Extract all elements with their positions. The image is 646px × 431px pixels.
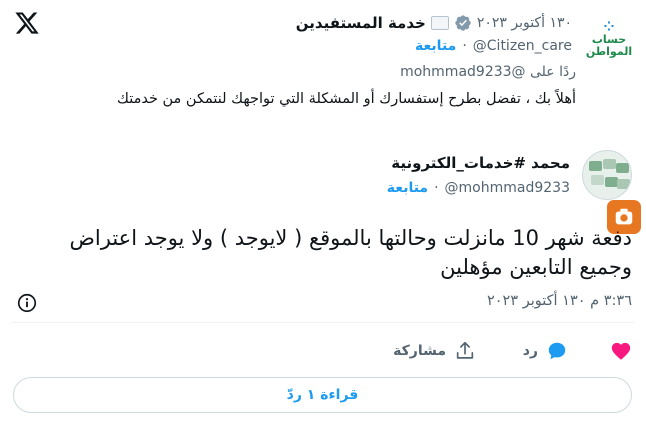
reply-header: ⁘ حساب المواطن خدمة المستفيدين ١٣٠ أكتوب… [0, 6, 646, 60]
speech-bubble-icon [548, 342, 566, 360]
action-bar: رد مشاركة [14, 340, 632, 364]
separator-dot: · [462, 38, 467, 54]
author-follow-button[interactable]: متابعة [387, 180, 428, 196]
replying-to[interactable]: ردًا على @mohmmad9233 [400, 64, 576, 80]
citizen-care-avatar[interactable]: ⁘ حساب المواطن [584, 20, 634, 60]
reply-handle-row: @Citizen_care · متابعة [415, 38, 572, 54]
separator-dot: · [434, 180, 439, 196]
reply-display-name[interactable]: خدمة المستفيدين [296, 14, 426, 32]
reply-button[interactable]: رد [523, 340, 568, 362]
reply-handle[interactable]: @Citizen_care [473, 38, 572, 54]
tweet-timestamp[interactable]: ٣:٣٦ م ١٣٠ أكتوبر ٢٠٢٣ [487, 293, 632, 309]
government-badge-icon [430, 16, 449, 30]
author-avatar[interactable] [582, 150, 632, 200]
reply-follow-button[interactable]: متابعة [415, 38, 456, 54]
author-handle[interactable]: @mohmmad9233 [445, 180, 570, 196]
reply-date[interactable]: ١٣٠ أكتوبر ٢٠٢٣ [477, 15, 572, 31]
avatar-tile [589, 161, 602, 171]
info-icon[interactable] [16, 292, 38, 314]
share-label: مشاركة [393, 343, 446, 359]
divider [12, 322, 634, 323]
avatar-logo-text-2: المواطن [585, 45, 633, 58]
avatar-tile [591, 175, 604, 185]
reply-text: أهلاً بك ، تفضل بطرح إستفسارك أو المشكلة… [116, 91, 576, 107]
read-replies-button[interactable]: قراءة ١ ردّ [13, 377, 632, 413]
avatar-tile [616, 163, 629, 173]
heart-icon [611, 342, 631, 360]
verified-badge-icon [455, 15, 471, 31]
author-name[interactable]: محمد #خدمات_الكترونية [391, 154, 570, 172]
share-button[interactable]: مشاركة [393, 340, 476, 362]
avatar-tile [603, 159, 616, 169]
share-icon [456, 341, 474, 359]
avatar-tile [617, 179, 630, 189]
author-handle-row: @mohmmad9233 · متابعة [387, 180, 570, 196]
like-button[interactable] [610, 340, 632, 362]
reply-label: رد [522, 343, 538, 359]
reply-name-row: خدمة المستفيدين ١٣٠ أكتوبر ٢٠٢٣ [296, 14, 572, 32]
tweet-text: دفعة شهر 10 مانزلت وحالتها بالموقع ( لاي… [69, 226, 632, 279]
